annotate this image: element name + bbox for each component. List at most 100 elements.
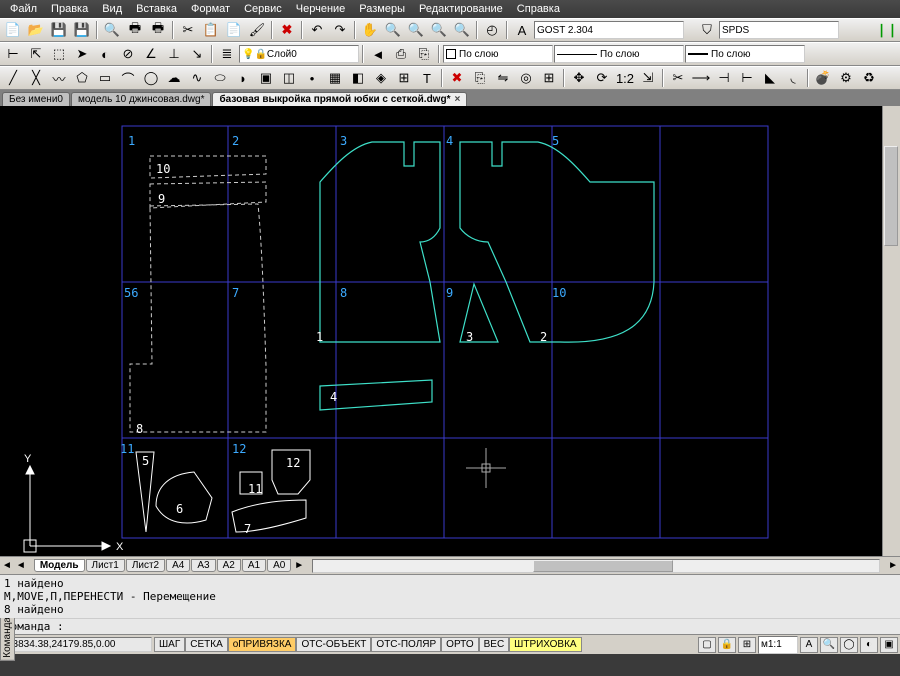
- region-button[interactable]: ◈: [370, 68, 392, 88]
- dim-diameter-button[interactable]: ⊘: [117, 44, 139, 64]
- circle-button[interactable]: ◯: [140, 68, 162, 88]
- copy-obj-button[interactable]: ⎘: [469, 68, 491, 88]
- arc-button[interactable]: ⌒: [117, 68, 139, 88]
- trim-button[interactable]: ✂: [667, 68, 689, 88]
- pline-button[interactable]: 〰: [48, 68, 70, 88]
- plot-preview-button[interactable]: 🔍: [101, 20, 123, 40]
- zoom-status-button[interactable]: 🔍: [820, 637, 838, 653]
- explode-button[interactable]: 💣: [812, 68, 834, 88]
- command-input[interactable]: Команда :: [0, 618, 900, 634]
- insert-block-button[interactable]: ▣: [255, 68, 277, 88]
- dim-ordinate-button[interactable]: ⊥: [163, 44, 185, 64]
- help-button[interactable]: ❘❘: [876, 20, 898, 40]
- mirror-button[interactable]: ⇋: [492, 68, 514, 88]
- matchprop-button[interactable]: 🖌: [246, 20, 268, 40]
- layout-tab-1[interactable]: Лист1: [86, 559, 125, 572]
- spline-button[interactable]: ∿: [186, 68, 208, 88]
- fillet-button[interactable]: ◟: [782, 68, 804, 88]
- zoom-prev-button[interactable]: 🔍: [451, 20, 473, 40]
- annoscale-button[interactable]: A: [800, 637, 818, 653]
- scale-button[interactable]: 1:2: [614, 68, 636, 88]
- menu-edit[interactable]: Правка: [45, 1, 94, 17]
- doc-tab-2[interactable]: базовая выкройка прямой юбки с сеткой.dw…: [212, 92, 467, 106]
- status-toggle-сетка[interactable]: СЕТКА: [185, 637, 228, 652]
- break-button[interactable]: ⊣: [713, 68, 735, 88]
- hatch-button[interactable]: ▦: [324, 68, 346, 88]
- layout-nav-left2[interactable]: ◄: [14, 560, 28, 571]
- text-style-icon[interactable]: A: [511, 20, 533, 40]
- layer-dropdown[interactable]: 💡 🔒 Слой0: [239, 45, 359, 63]
- layout-tab-a3[interactable]: А3: [191, 559, 215, 572]
- delete-button[interactable]: ✖: [276, 20, 298, 40]
- status-toggle-отс-объект[interactable]: ОТС-ОБЪЕКТ: [296, 637, 371, 652]
- layout-tab-a4[interactable]: А4: [166, 559, 190, 572]
- model-paper-toggle[interactable]: ▢: [698, 637, 716, 653]
- status-toggle-вес[interactable]: ВЕС: [479, 637, 510, 652]
- table-button[interactable]: ⊞: [393, 68, 415, 88]
- mtext-button[interactable]: T: [416, 68, 438, 88]
- horizontal-scrollbar[interactable]: [312, 559, 880, 573]
- revcloud-button[interactable]: ☁: [163, 68, 185, 88]
- status-toggle-шаг[interactable]: ШАГ: [154, 637, 185, 652]
- menu-insert[interactable]: Вставка: [130, 1, 183, 17]
- purge-button[interactable]: ♻: [858, 68, 880, 88]
- zoom-window-button[interactable]: 🔍: [405, 20, 427, 40]
- text-style-dropdown[interactable]: GOST 2.304: [534, 21, 684, 39]
- menu-file[interactable]: Файл: [4, 1, 43, 17]
- audit-button[interactable]: ⚙: [835, 68, 857, 88]
- publish-button[interactable]: 🖶: [147, 20, 169, 40]
- menu-help[interactable]: Справка: [511, 1, 566, 17]
- undo-button[interactable]: ↶: [306, 20, 328, 40]
- status-toggle-отс-поляр[interactable]: ОТС-ПОЛЯР: [371, 637, 441, 652]
- hscroll-thumb[interactable]: [533, 560, 673, 572]
- copy-button[interactable]: 📋: [200, 20, 222, 40]
- menu-view[interactable]: Вид: [96, 1, 128, 17]
- color-dropdown[interactable]: По слою: [443, 45, 553, 63]
- coordinates-display[interactable]: 23834.38,24179.85,0.00: [2, 637, 152, 652]
- chamfer-button[interactable]: ◣: [759, 68, 781, 88]
- layout-tab-model[interactable]: Модель: [34, 559, 85, 572]
- doc-tab-1[interactable]: модель 10 джинсовая.dwg*: [71, 92, 212, 106]
- move-button[interactable]: ✥: [568, 68, 590, 88]
- dim-linear-button[interactable]: ⊢: [2, 44, 24, 64]
- regen-button[interactable]: ◴: [481, 20, 503, 40]
- stretch-button[interactable]: ⇲: [637, 68, 659, 88]
- layers-button[interactable]: ≣: [216, 44, 238, 64]
- zoom-extents-button[interactable]: 🔍: [428, 20, 450, 40]
- make-block-button[interactable]: ◫: [278, 68, 300, 88]
- pan-button[interactable]: ✋: [359, 20, 381, 40]
- layout-tab-2[interactable]: Лист2: [126, 559, 165, 572]
- ellipse-button[interactable]: ⬭: [209, 68, 231, 88]
- status-toggle-опривязка[interactable]: оПРИВЯЗКА: [228, 637, 297, 652]
- zoom-rt-button[interactable]: 🔍: [382, 20, 404, 40]
- extend-button[interactable]: ⟶: [690, 68, 712, 88]
- vscroll-thumb[interactable]: [884, 146, 898, 246]
- open-button[interactable]: 📂: [25, 20, 47, 40]
- clean-screen-button[interactable]: ▣: [880, 637, 898, 653]
- save-button[interactable]: 💾: [48, 20, 70, 40]
- pointer-button[interactable]: ➤: [71, 44, 93, 64]
- grid-display-button[interactable]: ⊞: [738, 637, 756, 653]
- status-toggle-штриховка[interactable]: ШТРИХОВКА: [509, 637, 581, 652]
- lock-ui-button[interactable]: 🔒: [718, 637, 736, 653]
- polygon-button[interactable]: ⬠: [71, 68, 93, 88]
- layer-states-button[interactable]: ⎙: [390, 44, 412, 64]
- layout-tab-a1[interactable]: А1: [242, 559, 266, 572]
- doc-tab-0[interactable]: Без имени0: [2, 92, 70, 106]
- layout-nav-left[interactable]: ◄: [0, 560, 14, 571]
- point-button[interactable]: •: [301, 68, 323, 88]
- redo-button[interactable]: ↷: [329, 20, 351, 40]
- gradient-button[interactable]: ◧: [347, 68, 369, 88]
- close-icon[interactable]: ×: [454, 94, 460, 105]
- lineweight-dropdown[interactable]: По слою: [685, 45, 805, 63]
- pan-status-button[interactable]: ◯: [840, 637, 858, 653]
- layer-prev-button[interactable]: ◄: [367, 44, 389, 64]
- menu-format[interactable]: Формат: [185, 1, 236, 17]
- menu-service[interactable]: Сервис: [238, 1, 288, 17]
- dim-leader-button[interactable]: ↘: [186, 44, 208, 64]
- layout-nav-right[interactable]: ►: [292, 560, 306, 571]
- dim-radius-button[interactable]: ◐: [94, 44, 116, 64]
- layer-match-button[interactable]: ⎘: [413, 44, 435, 64]
- line-button[interactable]: ╱: [2, 68, 24, 88]
- cut-button[interactable]: ✂: [177, 20, 199, 40]
